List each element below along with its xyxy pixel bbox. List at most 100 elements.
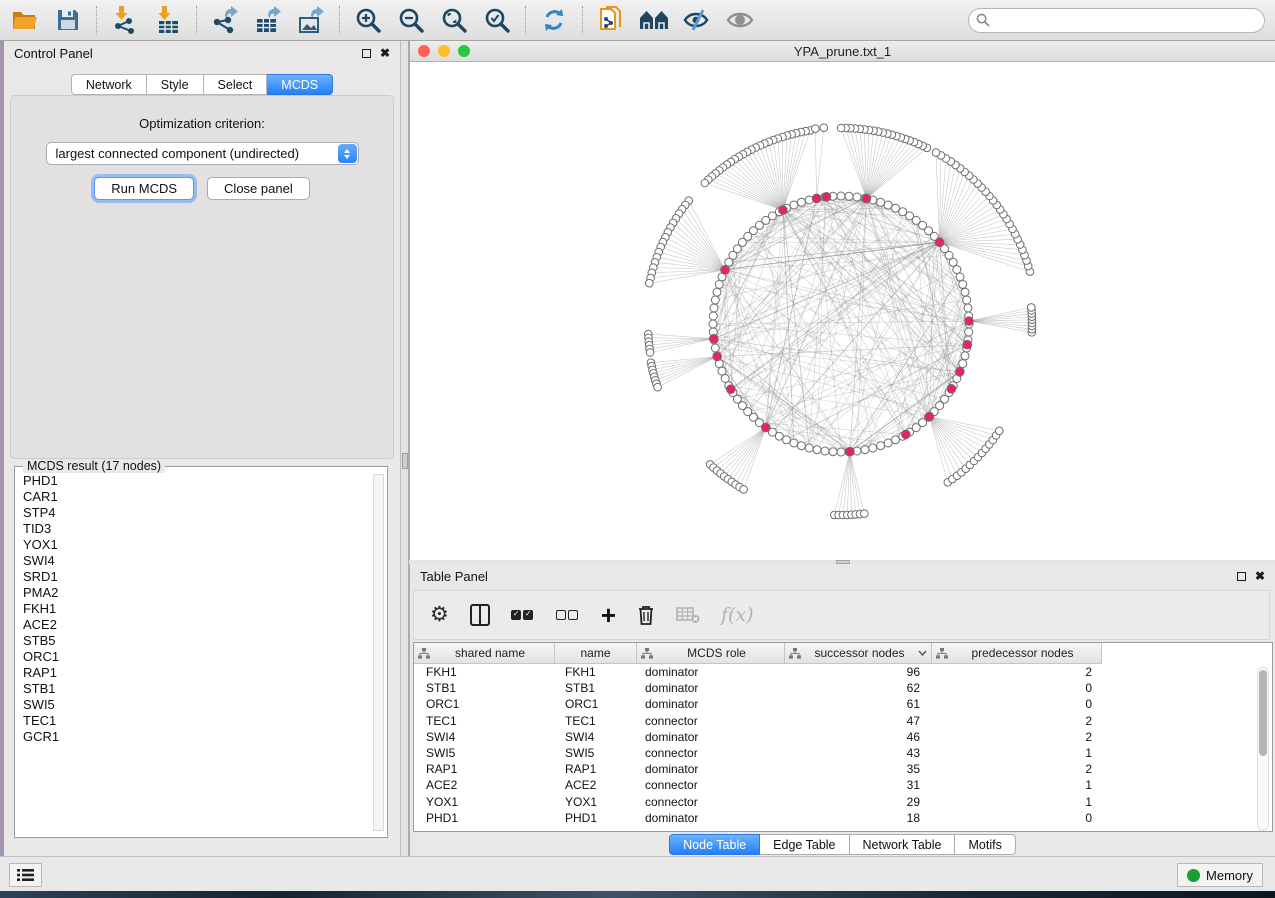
table-row[interactable]: ORC1ORC1dominator610 [414, 696, 1272, 712]
zoom-selected-icon[interactable] [482, 5, 512, 35]
network-node[interactable] [829, 448, 837, 456]
export-image-icon[interactable] [296, 5, 326, 35]
network-node[interactable] [713, 288, 721, 296]
table-cell[interactable]: 46 [785, 730, 932, 744]
mcds-node[interactable] [846, 447, 855, 456]
network-node[interactable] [861, 446, 869, 454]
import-network-icon[interactable] [110, 5, 140, 35]
table-cell[interactable]: PHD1 [414, 811, 555, 825]
hide-graphics-icon[interactable] [682, 5, 712, 35]
table-cell[interactable]: PHD1 [555, 811, 637, 825]
table-row[interactable]: SWI4SWI4dominator462 [414, 729, 1272, 745]
mcds-result-item[interactable]: ACE2 [23, 617, 371, 633]
table-cell[interactable]: 1 [932, 778, 1102, 792]
network-titlebar[interactable]: YPA_prune.txt_1 [410, 41, 1275, 62]
table-cell[interactable]: ORC1 [555, 697, 637, 711]
network-node[interactable] [837, 448, 845, 456]
table-row[interactable]: ACE2ACE2connector311 [414, 777, 1272, 793]
table-cell[interactable]: TEC1 [555, 714, 637, 728]
table-cell[interactable]: YOX1 [414, 795, 555, 809]
network-node[interactable] [959, 280, 967, 288]
table-cell[interactable]: ACE2 [555, 778, 637, 792]
mcds-node[interactable] [965, 317, 974, 326]
mcds-result-scrollbar[interactable] [373, 474, 384, 831]
optimization-select[interactable]: largest connected component (undirected) [46, 142, 359, 165]
network-node[interactable] [715, 280, 723, 288]
table-cell[interactable]: dominator [637, 730, 785, 744]
table-scrollbar[interactable] [1257, 667, 1269, 831]
network-node[interactable] [812, 125, 820, 133]
table-cell[interactable]: 2 [932, 714, 1102, 728]
mcds-node[interactable] [935, 238, 944, 247]
table-cell[interactable]: 1 [932, 795, 1102, 809]
network-node[interactable] [783, 436, 791, 444]
delete-column-icon[interactable] [637, 600, 655, 630]
network-node[interactable] [711, 344, 719, 352]
tab-network-table[interactable]: Network Table [850, 834, 956, 855]
table-cell[interactable]: SWI5 [414, 746, 555, 760]
network-node[interactable] [740, 486, 748, 494]
export-table-icon[interactable] [253, 5, 283, 35]
table-cell[interactable]: connector [637, 714, 785, 728]
mcds-node[interactable] [727, 385, 736, 394]
mcds-node[interactable] [710, 334, 719, 343]
column-header-successor-nodes[interactable]: successor nodes [785, 643, 932, 664]
table-scrollbar-thumb[interactable] [1259, 670, 1267, 756]
network-canvas[interactable] [410, 62, 1275, 560]
network-node[interactable] [996, 427, 1004, 435]
table-cell[interactable]: dominator [637, 811, 785, 825]
tab-network[interactable]: Network [71, 74, 147, 95]
add-column-icon[interactable]: + [601, 600, 616, 630]
deselect-all-icon[interactable] [556, 600, 580, 630]
table-cell[interactable]: dominator [637, 762, 785, 776]
network-node[interactable] [709, 320, 717, 328]
table-cell[interactable]: 62 [785, 681, 932, 695]
table-cell[interactable]: dominator [637, 697, 785, 711]
column-header-name[interactable]: name [555, 643, 637, 664]
network-node[interactable] [797, 198, 805, 206]
mcds-result-item[interactable]: STB1 [23, 681, 371, 697]
network-node[interactable] [805, 444, 813, 452]
network-node[interactable] [932, 149, 940, 157]
table-settings-icon[interactable]: ⚙ [430, 600, 449, 630]
show-columns-icon[interactable] [470, 600, 490, 630]
save-icon[interactable] [53, 5, 83, 35]
table-row[interactable]: PHD1PHD1dominator180 [414, 810, 1272, 826]
table-cell[interactable]: ORC1 [414, 697, 555, 711]
run-mcds-button[interactable]: Run MCDS [94, 177, 194, 200]
table-cell[interactable]: dominator [637, 665, 785, 679]
table-cell[interactable]: 29 [785, 795, 932, 809]
import-table-icon[interactable] [153, 5, 183, 35]
table-cell[interactable]: 1 [932, 746, 1102, 760]
table-cell[interactable]: dominator [637, 681, 785, 695]
tab-style[interactable]: Style [147, 74, 204, 95]
mcds-result-item[interactable]: STP4 [23, 505, 371, 521]
mcds-node[interactable] [812, 194, 821, 203]
table-row[interactable]: RAP1RAP1dominator352 [414, 761, 1272, 777]
network-node[interactable] [701, 179, 709, 187]
zoom-in-icon[interactable] [353, 5, 383, 35]
select-stepper-icon[interactable] [338, 144, 357, 163]
clone-network-icon[interactable] [596, 5, 626, 35]
mcds-result-item[interactable]: GCR1 [23, 729, 371, 745]
vertical-splitter[interactable] [401, 41, 409, 856]
table-row[interactable]: FKH1FKH1dominator962 [414, 664, 1272, 680]
mcds-result-item[interactable]: TEC1 [23, 713, 371, 729]
network-node[interactable] [820, 124, 828, 132]
network-node[interactable] [965, 328, 973, 336]
table-cell[interactable]: SWI5 [555, 746, 637, 760]
network-node[interactable] [837, 124, 845, 132]
network-node[interactable] [961, 288, 969, 296]
mcds-node[interactable] [925, 412, 934, 421]
network-node[interactable] [861, 510, 869, 518]
mcds-result-item[interactable]: SRD1 [23, 569, 371, 585]
table-cell[interactable]: 0 [932, 697, 1102, 711]
delete-table-icon[interactable] [676, 600, 700, 630]
table-cell[interactable]: 43 [785, 746, 932, 760]
table-cell[interactable]: ACE2 [414, 778, 555, 792]
mcds-result-item[interactable]: SWI4 [23, 553, 371, 569]
table-cell[interactable]: STB1 [414, 681, 555, 695]
table-row[interactable]: YOX1YOX1connector291 [414, 794, 1272, 810]
network-node[interactable] [963, 296, 971, 304]
memory-button[interactable]: Memory [1177, 863, 1263, 887]
